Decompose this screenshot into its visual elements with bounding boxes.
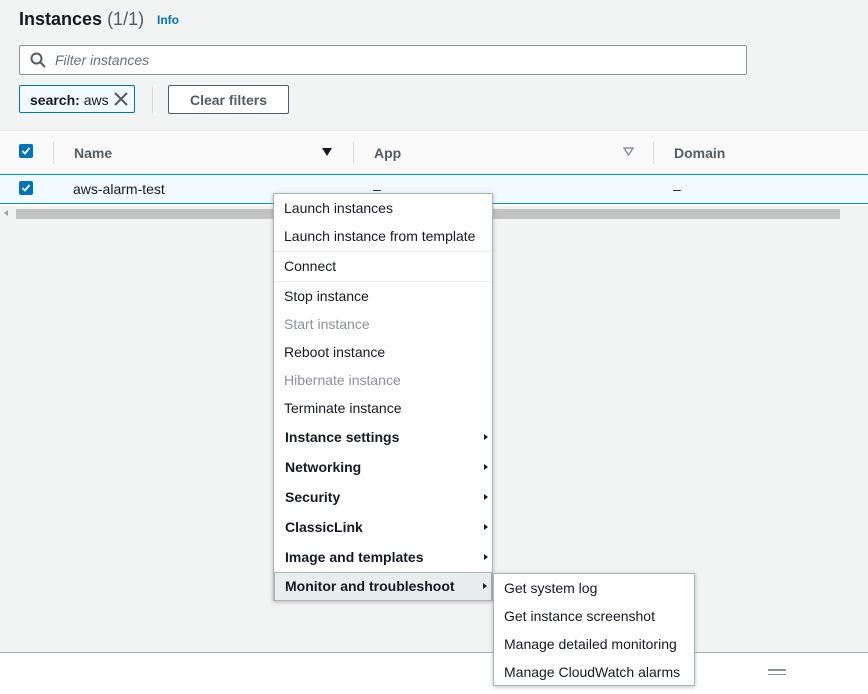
checkmark-icon [21, 184, 31, 192]
filter-token-label: search: aws [30, 86, 109, 114]
split-panel [0, 652, 868, 694]
menu-item-instance-settings[interactable]: Instance settings [274, 424, 492, 450]
menu-item-reboot-instance[interactable]: Reboot instance [274, 339, 492, 365]
drag-handle-icon[interactable] [768, 669, 786, 675]
clear-filters-button[interactable]: Clear filters [168, 85, 289, 114]
cell-domain: – [673, 181, 681, 197]
monitor-submenu: Get system log Get instance screenshot M… [493, 573, 695, 686]
page-title: Instances (1/1) [19, 8, 144, 30]
filter-instances-input[interactable] [53, 49, 737, 71]
chevron-right-icon [484, 494, 488, 500]
column-header-domain[interactable]: Domain [674, 145, 725, 161]
submenu-item-get-system-log[interactable]: Get system log [494, 575, 694, 601]
column-separator [353, 142, 354, 164]
menu-item-launch-from-template[interactable]: Launch instance from template [274, 223, 492, 249]
menu-item-image-and-templates[interactable]: Image and templates [274, 544, 492, 570]
info-link[interactable]: Info [157, 13, 179, 27]
column-header-app[interactable]: App [374, 145, 401, 161]
menu-item-hibernate-instance: Hibernate instance [284, 372, 401, 388]
submenu-item-get-instance-screenshot[interactable]: Get instance screenshot [494, 603, 694, 629]
menu-item-classiclink[interactable]: ClassicLink [274, 514, 492, 540]
column-header-name[interactable]: Name [74, 145, 112, 161]
chevron-right-icon [484, 554, 488, 560]
menu-item-launch-instances[interactable]: Launch instances [274, 195, 492, 221]
scroll-left-icon[interactable] [4, 210, 8, 216]
menu-item-connect[interactable]: Connect [274, 253, 492, 279]
menu-item-networking[interactable]: Networking [274, 454, 492, 480]
menu-item-security[interactable]: Security [274, 484, 492, 510]
chevron-right-icon [484, 434, 488, 440]
chevron-right-icon [484, 464, 488, 470]
column-separator [653, 142, 654, 164]
row-checkbox[interactable] [19, 181, 33, 195]
menu-item-terminate-instance[interactable]: Terminate instance [274, 395, 492, 421]
menu-item-stop-instance[interactable]: Stop instance [274, 283, 492, 309]
column-separator [53, 142, 54, 164]
table-header [0, 131, 868, 174]
menu-item-monitor-and-troubleshoot[interactable]: Monitor and troubleshoot [274, 572, 492, 601]
instance-actions-menu: Launch instances Launch instance from te… [273, 193, 493, 601]
checkmark-icon [21, 147, 31, 155]
instance-count: (1/1) [107, 9, 145, 29]
filter-token-key: search: [30, 92, 80, 108]
search-icon [30, 52, 46, 68]
sort-icon[interactable] [623, 147, 634, 156]
submenu-item-manage-cloudwatch-alarms[interactable]: Manage CloudWatch alarms [494, 659, 694, 685]
page-title-text: Instances [19, 9, 103, 29]
sort-descending-icon[interactable] [322, 148, 332, 156]
select-all-checkbox[interactable] [19, 144, 33, 158]
close-icon[interactable] [114, 92, 128, 106]
menu-divider [274, 251, 492, 252]
menu-divider [274, 281, 492, 282]
chevron-right-icon [484, 524, 488, 530]
menu-item-start-instance: Start instance [284, 316, 370, 332]
submenu-item-manage-detailed-monitoring[interactable]: Manage detailed monitoring [494, 631, 694, 657]
cell-name: aws-alarm-test [73, 181, 165, 197]
filter-token: search: aws [19, 85, 135, 113]
token-divider [152, 87, 153, 113]
filter-token-value: aws [83, 92, 109, 108]
filter-input-container[interactable] [19, 45, 747, 75]
chevron-right-icon [483, 583, 487, 589]
